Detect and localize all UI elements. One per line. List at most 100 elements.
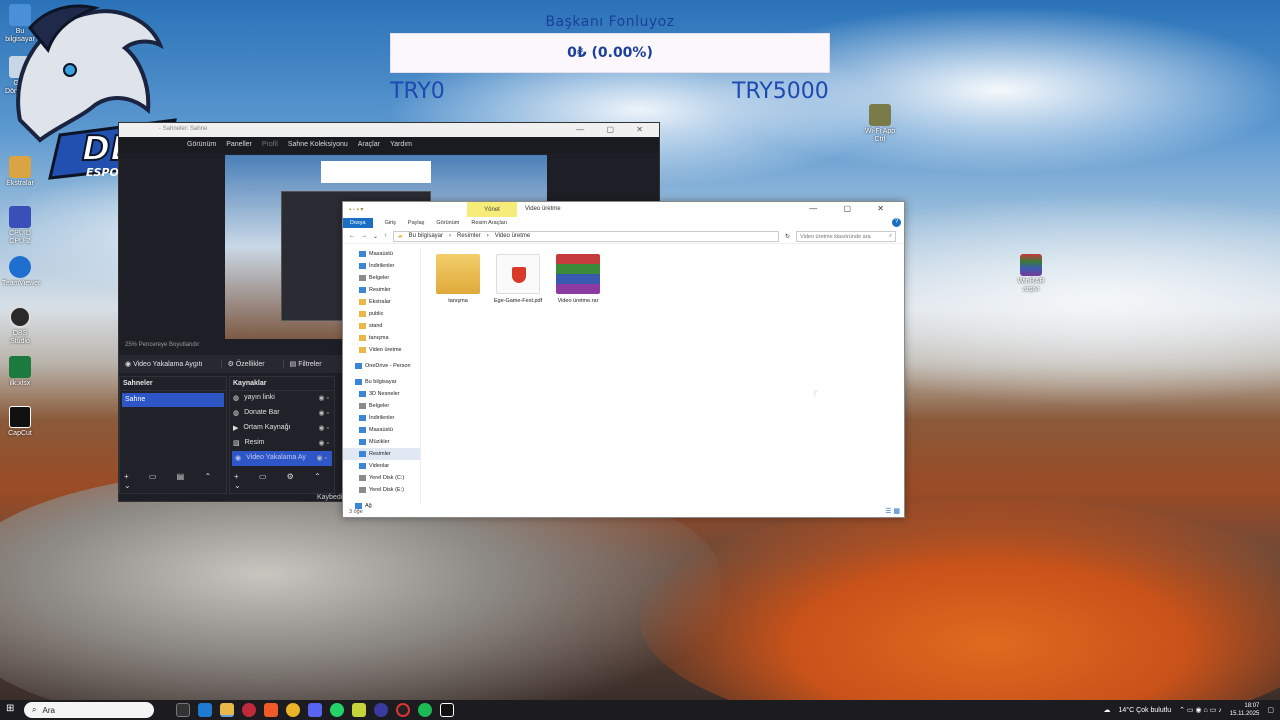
spotify-icon[interactable] xyxy=(418,703,432,717)
up-icon[interactable]: ↑ xyxy=(384,233,387,239)
properties-button[interactable]: ⚙ Özellikler xyxy=(220,360,265,368)
file-item-rar[interactable]: Video üretme.rar xyxy=(547,254,609,305)
app-icon xyxy=(869,104,891,126)
ribbon-tab-file[interactable]: Dosya xyxy=(343,218,373,228)
desktop-icon-capcut[interactable]: CapCut xyxy=(2,406,38,438)
breadcrumb-video-uretme[interactable]: Video üretme xyxy=(495,233,531,239)
scenes-toolbar[interactable]: + ▭ ▤ ⌃ ⌄ xyxy=(124,472,226,490)
address-bar[interactable]: ▰ Bu bilgisayar › Resimler › Video üretm… xyxy=(393,230,780,242)
nav-item-resimler-pc[interactable]: Resimler xyxy=(343,448,420,460)
view-toggle-icons[interactable]: ☰ ▦ xyxy=(885,507,900,515)
nav-item-masaustu-pc[interactable]: Masaüstü xyxy=(343,424,420,436)
nav-item-belgeler[interactable]: Belgeler xyxy=(343,272,420,284)
nav-item-masaustu[interactable]: Masaüstü xyxy=(343,248,420,260)
nav-item-bu-bilgisayar[interactable]: Bu bilgisayar xyxy=(343,376,420,388)
recent-chevron-icon[interactable]: ⌄ xyxy=(373,233,378,240)
tray-icons[interactable]: ⌃ ▭ ◉ ⌂ ▭ ♪ xyxy=(1179,706,1222,714)
file-explorer-icon[interactable] xyxy=(220,703,234,717)
taskbar-search[interactable]: ⌕ Ara xyxy=(24,702,154,718)
nav-item-belgeler-pc[interactable]: Belgeler xyxy=(343,400,420,412)
nav-item-disk-e[interactable]: Yerel Disk (E:) xyxy=(343,484,420,496)
record-icon[interactable] xyxy=(396,703,410,717)
source-item[interactable]: ◍ Donate Bar ◉ ▫ xyxy=(230,406,334,421)
notifications-icon[interactable]: ▢ xyxy=(1267,706,1274,714)
visibility-lock-icons[interactable]: ◉ ▫ xyxy=(318,439,329,447)
forward-icon[interactable]: → xyxy=(361,233,367,239)
discord-icon[interactable] xyxy=(308,703,322,717)
nav-item-indirilenler[interactable]: İndirilenler xyxy=(343,260,420,272)
ribbon-tab-picture-tools[interactable]: Resim Araçları xyxy=(471,220,507,226)
whatsapp-icon[interactable] xyxy=(330,703,344,717)
nav-item-stand[interactable]: stand xyxy=(343,320,420,332)
brave-icon[interactable] xyxy=(264,703,278,717)
drive-icon xyxy=(359,475,366,481)
cpuz-icon xyxy=(9,206,31,228)
clock[interactable]: 18:07 15.11.2025 xyxy=(1230,702,1260,718)
nav-item-3d-nesneler[interactable]: 3D Nesneler xyxy=(343,388,420,400)
nav-item-tanisma[interactable]: tanışma xyxy=(343,332,420,344)
desktop-icon-winrar[interactable]: WinRAR arşivi xyxy=(1013,254,1049,294)
obs-titlebar[interactable]: - Sahneler: Sahne — ▢ ✕ xyxy=(119,123,659,137)
back-icon[interactable]: ← xyxy=(349,233,355,239)
nav-item-ekstralar[interactable]: Ekstralar xyxy=(343,296,420,308)
start-icon[interactable]: ⊞ xyxy=(6,703,14,714)
app-icon[interactable] xyxy=(352,703,366,717)
source-item[interactable]: ▨ Resim ◉ ▫ xyxy=(230,436,334,451)
explorer-titlebar[interactable]: ▪ ▫ ▪ ▾ Yönet Video üretme — ▢ ✕ xyxy=(343,202,904,217)
quick-access-toolbar[interactable]: ▪ ▫ ▪ ▾ xyxy=(349,206,363,213)
desktop-icon-xlsx[interactable]: ilk.xlsx xyxy=(2,356,38,388)
nav-item-resimler[interactable]: Resimler xyxy=(343,284,420,296)
file-item-pdf[interactable]: Ege-Game-Fest.pdf xyxy=(487,254,549,305)
desktop-icon-app[interactable]: Wi-Fi App Ctrl xyxy=(862,104,898,144)
nav-item-muzikler[interactable]: Müzikler xyxy=(343,436,420,448)
folder-icon xyxy=(359,299,366,305)
nav-item-onedrive[interactable]: OneDrive - Person xyxy=(343,360,420,372)
help-icon[interactable]: ? xyxy=(892,218,901,227)
menu-araclar[interactable]: Araçlar xyxy=(358,141,380,153)
menu-sahne-koleksiyonu[interactable]: Sahne Koleksiyonu xyxy=(288,141,348,153)
source-item-selected[interactable]: ◉ Video Yakalama Ay ◉ ▫ xyxy=(232,451,332,466)
ribbon-tab-share[interactable]: Paylaş xyxy=(408,220,425,226)
nav-item-video-uretme[interactable]: Video üretme xyxy=(343,344,420,356)
capcut-taskbar-icon[interactable] xyxy=(440,703,454,717)
desktop-icon-teamviewer[interactable]: TeamViewer xyxy=(2,256,40,288)
visibility-lock-icons[interactable]: ◉ ▫ xyxy=(318,424,329,432)
menu-paneller[interactable]: Paneller xyxy=(226,141,252,153)
desktop-icon-obs[interactable]: OBS Studio xyxy=(2,306,38,346)
source-item[interactable]: ◍ yayın linki ◉ ▫ xyxy=(230,391,334,406)
nav-item-disk-c[interactable]: Yerel Disk (C:) xyxy=(343,472,420,484)
menu-yardim[interactable]: Yardım xyxy=(390,141,412,153)
opera-icon[interactable] xyxy=(242,703,256,717)
breadcrumb-bu-bilgisayar[interactable]: Bu bilgisayar xyxy=(409,233,443,239)
visibility-lock-icons[interactable]: ◉ ▫ xyxy=(316,454,327,462)
breadcrumb-resimler[interactable]: Resimler xyxy=(457,233,481,239)
ribbon-tab-home[interactable]: Giriş xyxy=(385,220,396,226)
nav-item-indirilenler-pc[interactable]: İndirilenler xyxy=(343,412,420,424)
search-input[interactable]: Video üretme klasöründe ara ⌕ xyxy=(796,230,897,242)
nav-item-public[interactable]: public xyxy=(343,308,420,320)
chrome-icon[interactable] xyxy=(286,703,300,717)
manage-tab[interactable]: Yönet xyxy=(467,202,517,217)
ribbon-tab-view[interactable]: Görünüm xyxy=(436,220,459,226)
visibility-lock-icons[interactable]: ◉ ▫ xyxy=(318,409,329,417)
nav-item-videolar[interactable]: Videolar xyxy=(343,460,420,472)
globe-icon: ◍ xyxy=(233,410,240,417)
scene-item[interactable]: Sahne xyxy=(122,393,224,407)
refresh-icon[interactable]: ↻ xyxy=(785,233,790,240)
menu-profil[interactable]: Profil xyxy=(262,141,278,153)
excel-icon xyxy=(9,356,31,378)
sources-toolbar[interactable]: + ▭ ⚙ ⌃ ⌄ xyxy=(234,472,334,490)
edge-icon[interactable] xyxy=(198,703,212,717)
source-item[interactable]: ▶ Ortam Kaynağı ◉ ▫ xyxy=(230,421,334,436)
desktop-icon-cpuz[interactable]: CPUID CPU-Z xyxy=(2,206,38,246)
file-item-folder[interactable]: tanışma xyxy=(427,254,489,305)
menu-gorunum[interactable]: Görünüm xyxy=(187,141,216,153)
weather-text[interactable]: 14°C Çok bulutlu xyxy=(1119,707,1172,714)
visibility-lock-icons[interactable]: ◉ ▫ xyxy=(318,394,329,402)
obs-taskbar-icon[interactable] xyxy=(374,703,388,717)
window-controls[interactable]: — ▢ ✕ xyxy=(809,204,896,213)
task-view-icon[interactable] xyxy=(176,703,190,717)
filters-button[interactable]: ▤ Filtreler xyxy=(282,360,322,368)
explorer-window[interactable]: ▪ ▫ ▪ ▾ Yönet Video üretme — ▢ ✕ Dosya G… xyxy=(342,201,905,518)
window-controls[interactable]: — ▢ ✕ xyxy=(576,125,653,134)
